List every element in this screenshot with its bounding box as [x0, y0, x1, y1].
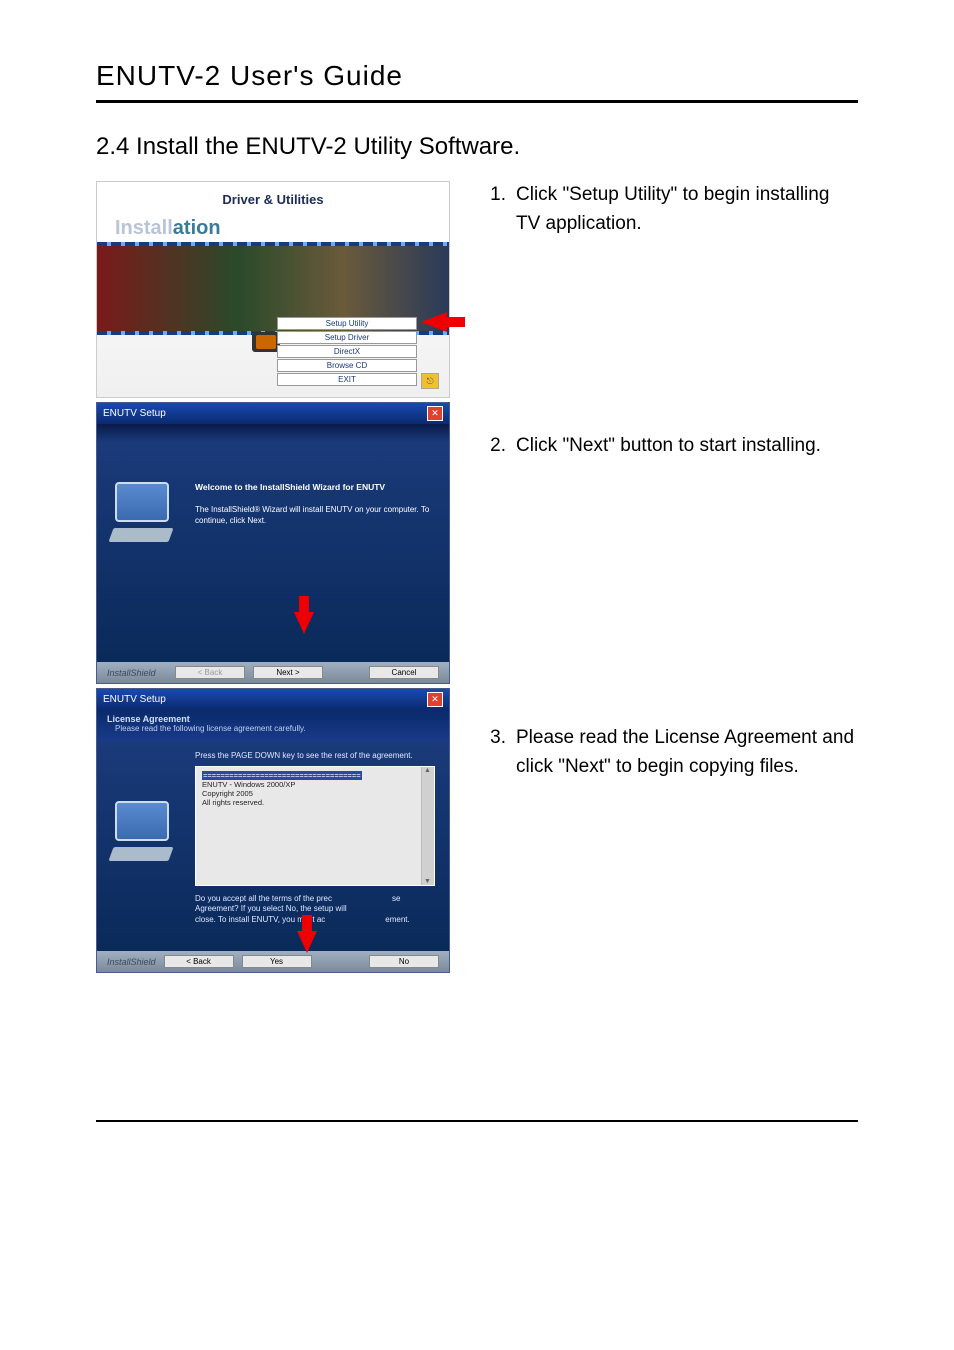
- red-arrow-icon: [294, 612, 314, 634]
- wizard-welcome-window: ENUTV Setup ✕ Welcome to the InstallShie…: [96, 402, 450, 684]
- license-subheading: Please read the following license agreem…: [107, 724, 439, 733]
- step-text: Please read the License Agreement and cl…: [516, 724, 858, 781]
- section-title: 2.4 Install the ENUTV-2 Utility Software…: [96, 133, 858, 161]
- license-instruction: Press the PAGE DOWN key to see the rest …: [195, 751, 435, 760]
- cancel-button[interactable]: Cancel: [369, 666, 439, 679]
- menu-setup-driver[interactable]: Setup Driver: [277, 331, 417, 344]
- launcher-menu: Setup Utility Setup Driver DirectX Brows…: [277, 317, 417, 387]
- next-button[interactable]: Next >: [253, 666, 323, 679]
- launcher-window: Driver & Utilities Installation Setup Ut…: [96, 181, 450, 398]
- wizard-welcome-heading: Welcome to the InstallShield Wizard for …: [195, 482, 435, 494]
- license-textarea[interactable]: ==================================== ENU…: [195, 766, 435, 886]
- page-title: ENUTV-2 User's Guide: [96, 60, 858, 92]
- license-question: Do you accept all the terms of the precs…: [195, 894, 435, 925]
- menu-browse-cd[interactable]: Browse CD: [277, 359, 417, 372]
- wizard-title: ENUTV Setup: [103, 694, 166, 705]
- no-button[interactable]: No: [369, 955, 439, 968]
- menu-exit[interactable]: EXIT: [277, 373, 417, 386]
- scrollbar[interactable]: [421, 767, 434, 885]
- step-number: 3.: [478, 724, 516, 781]
- license-heading: License Agreement: [107, 714, 439, 724]
- computer-icon: [111, 482, 175, 542]
- yes-button[interactable]: Yes: [242, 955, 312, 968]
- close-icon[interactable]: ✕: [427, 406, 443, 421]
- red-arrow-icon: [421, 312, 447, 332]
- tv-icon: [252, 332, 280, 352]
- menu-directx[interactable]: DirectX: [277, 345, 417, 358]
- step-text: Click "Setup Utility" to begin installin…: [516, 181, 858, 238]
- step-text: Click "Next" button to start installing.: [516, 432, 858, 461]
- back-button: < Back: [175, 666, 245, 679]
- installation-word: Installation: [115, 217, 221, 240]
- footer-rule: [96, 1120, 858, 1122]
- exit-door-icon[interactable]: ⎋: [421, 373, 439, 389]
- step-number: 1.: [478, 181, 516, 238]
- wizard-title: ENUTV Setup: [103, 408, 166, 419]
- computer-icon: [111, 801, 175, 861]
- menu-setup-utility[interactable]: Setup Utility: [277, 317, 417, 330]
- installshield-brand: InstallShield: [107, 957, 156, 967]
- back-button[interactable]: < Back: [164, 955, 234, 968]
- step-number: 2.: [478, 432, 516, 461]
- wizard-welcome-desc: The InstallShield® Wizard will install E…: [195, 505, 429, 525]
- red-arrow-icon: [297, 931, 317, 953]
- installshield-brand: InstallShield: [107, 668, 156, 678]
- close-icon[interactable]: ✕: [427, 692, 443, 707]
- header-rule: [96, 100, 858, 103]
- launcher-title: Driver & Utilities: [97, 192, 449, 207]
- wizard-license-window: ENUTV Setup ✕ License Agreement Please r…: [96, 688, 450, 973]
